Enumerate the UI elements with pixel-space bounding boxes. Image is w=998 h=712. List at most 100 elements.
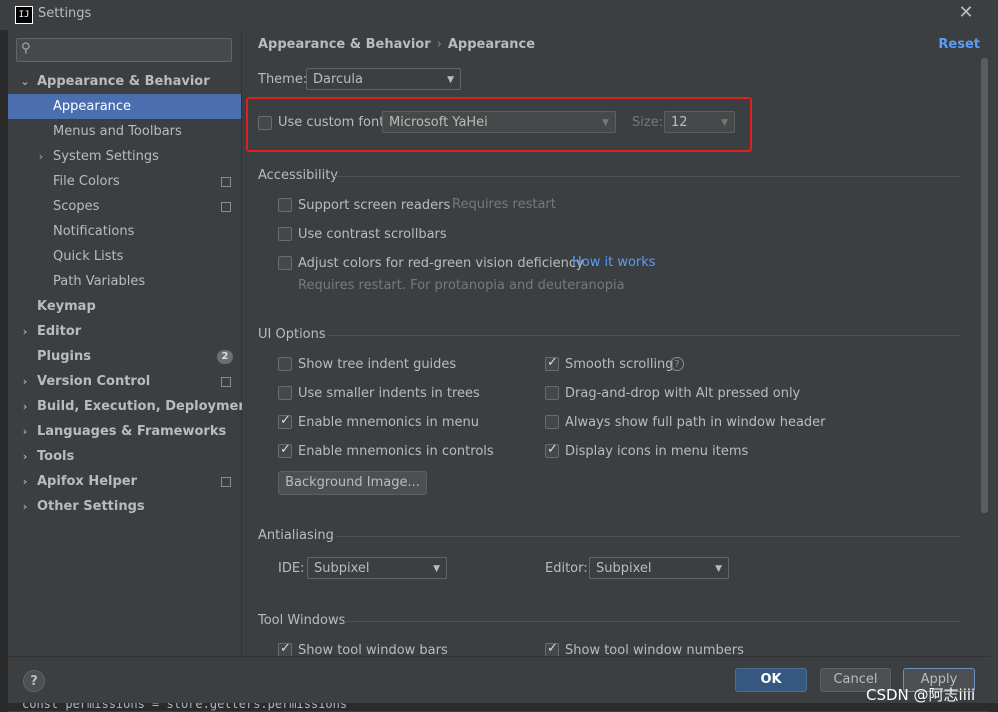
how-it-works-link[interactable]: How it works [572,255,656,270]
close-icon[interactable]: ✕ [957,4,975,22]
smooth-scrolling-label: Smooth scrolling [565,357,674,372]
search-input[interactable]: ⚲ [16,38,232,62]
settings-window: IJ Settings ✕ ⚲ ⌄ Appearance & Behavior … [0,0,998,712]
chevron-right-icon: › [22,450,28,463]
ok-button[interactable]: OK [735,668,807,692]
sidebar-item-label: Version Control [37,374,151,389]
search-icon: ⚲ [21,41,31,56]
editor-antialiasing-value: Subpixel [596,561,652,576]
contrast-scrollbars-label: Use contrast scrollbars [298,227,447,242]
sidebar-item-appearance[interactable]: Appearance [8,94,241,119]
sidebar-item-label: Menus and Toolbars [53,124,182,139]
sidebar-item-plugins[interactable]: Plugins 2 [8,344,241,369]
sidebar-item-system-settings[interactable]: › System Settings [8,144,241,169]
sidebar-item-other-settings[interactable]: › Other Settings [8,494,241,519]
sidebar-item-label: Path Variables [53,274,146,289]
sidebar-item-editor[interactable]: › Editor [8,319,241,344]
chevron-right-icon: › [38,150,44,163]
sidebar-item-label: Apifox Helper [37,474,138,489]
sidebar-item-label: Keymap [37,299,96,314]
plugins-update-badge: 2 [217,350,233,364]
chevron-right-icon: › [22,425,28,438]
help-button[interactable]: ? [23,670,45,692]
reset-link[interactable]: Reset [938,37,980,52]
sidebar-item-path-variables[interactable]: Path Variables [8,269,241,294]
dropdown-arrow-icon: ▼ [715,564,722,574]
project-scope-icon [221,202,231,212]
editor-background-strip [0,30,8,703]
tree-indent-guides-checkbox[interactable] [278,357,292,371]
breadcrumb: Appearance & Behavior › Appearance [258,37,535,52]
sidebar-item-label: Build, Execution, Deployment [37,399,254,414]
sidebar-item-label: System Settings [53,149,159,164]
tool-window-bars-checkbox[interactable] [278,641,292,657]
sidebar-item-label: Scopes [53,199,100,214]
sidebar-item-label: File Colors [53,174,120,189]
dropdown-arrow-icon: ▼ [447,75,454,85]
sidebar-item-apifox-helper[interactable]: › Apifox Helper [8,469,241,494]
contrast-scrollbars-checkbox[interactable] [278,227,292,241]
mnemonics-menu-checkbox[interactable] [278,413,292,429]
sidebar-item-label: Languages & Frameworks [37,424,227,439]
chevron-right-icon: › [22,500,28,513]
section-divider [336,536,960,537]
csdn-watermark: CSDN @阿志iiii [866,686,976,704]
ide-antialiasing-label: IDE: [278,561,305,576]
chevron-right-icon: › [22,475,28,488]
full-path-header-label: Always show full path in window header [565,415,826,430]
title-bar: IJ Settings ✕ [0,0,998,30]
mnemonics-controls-checkbox[interactable] [278,442,292,458]
screen-readers-checkbox[interactable] [278,198,292,212]
theme-select[interactable]: Darcula ▼ [306,68,461,90]
sidebar-item-label: Tools [37,449,75,464]
drag-drop-alt-checkbox[interactable] [545,386,559,400]
tree-indent-guides-label: Show tree indent guides [298,357,457,372]
sidebar-item-version-control[interactable]: › Version Control [8,369,241,394]
help-question-icon[interactable]: ? [670,357,684,371]
tool-window-numbers-checkbox[interactable] [545,641,559,657]
sidebar-item-build-execution[interactable]: › Build, Execution, Deployment [8,394,254,419]
sidebar-item-quick-lists[interactable]: Quick Lists [8,244,241,269]
settings-sidebar: ⚲ ⌄ Appearance & Behavior Appearance Men… [8,30,254,656]
mnemonics-menu-label: Enable mnemonics in menu [298,415,479,430]
accessibility-section-title: Accessibility [258,168,338,183]
ide-antialiasing-select[interactable]: Subpixel ▼ [307,557,447,579]
theme-label: Theme: [258,72,308,87]
background-image-button[interactable]: Background Image... [278,471,427,495]
adjust-colors-checkbox[interactable] [278,256,292,270]
antialiasing-section-title: Antialiasing [258,528,334,543]
sidebar-item-file-colors[interactable]: File Colors [8,169,241,194]
sidebar-item-label: Notifications [53,224,135,239]
chevron-right-icon: › [22,400,28,413]
mnemonics-controls-label: Enable mnemonics in controls [298,444,494,459]
editor-code-strip: const permissions = store.getters.permis… [0,703,998,711]
sidebar-item-menus-toolbars[interactable]: Menus and Toolbars [8,119,241,144]
ide-antialiasing-value: Subpixel [314,561,370,576]
sidebar-item-notifications[interactable]: Notifications [8,219,241,244]
smooth-scrolling-checkbox[interactable] [545,355,559,371]
sidebar-item-label: Quick Lists [53,249,124,264]
sidebar-item-tools[interactable]: › Tools [8,444,241,469]
breadcrumb-separator: › [436,37,442,52]
sidebar-item-appearance-behavior[interactable]: ⌄ Appearance & Behavior [8,69,241,94]
sidebar-item-label: Appearance & Behavior [37,74,210,89]
section-divider [334,176,960,177]
menu-icons-label: Display icons in menu items [565,444,749,459]
content-scrollbar[interactable] [981,58,988,513]
smaller-indents-label: Use smaller indents in trees [298,386,480,401]
chevron-down-icon: ⌄ [20,75,30,88]
editor-antialiasing-select[interactable]: Subpixel ▼ [589,557,729,579]
sidebar-item-label: Editor [37,324,82,339]
editor-antialiasing-label: Editor: [545,561,588,576]
sidebar-item-languages[interactable]: › Languages & Frameworks [8,419,241,444]
screen-readers-hint: Requires restart [452,197,556,212]
menu-icons-checkbox[interactable] [545,442,559,458]
chevron-right-icon: › [22,375,28,388]
window-title: Settings [38,6,92,21]
dropdown-arrow-icon: ▼ [433,564,440,574]
full-path-header-checkbox[interactable] [545,415,559,429]
smaller-indents-checkbox[interactable] [278,386,292,400]
sidebar-item-keymap[interactable]: Keymap [8,294,241,319]
section-divider [328,335,960,336]
sidebar-item-scopes[interactable]: Scopes [8,194,241,219]
